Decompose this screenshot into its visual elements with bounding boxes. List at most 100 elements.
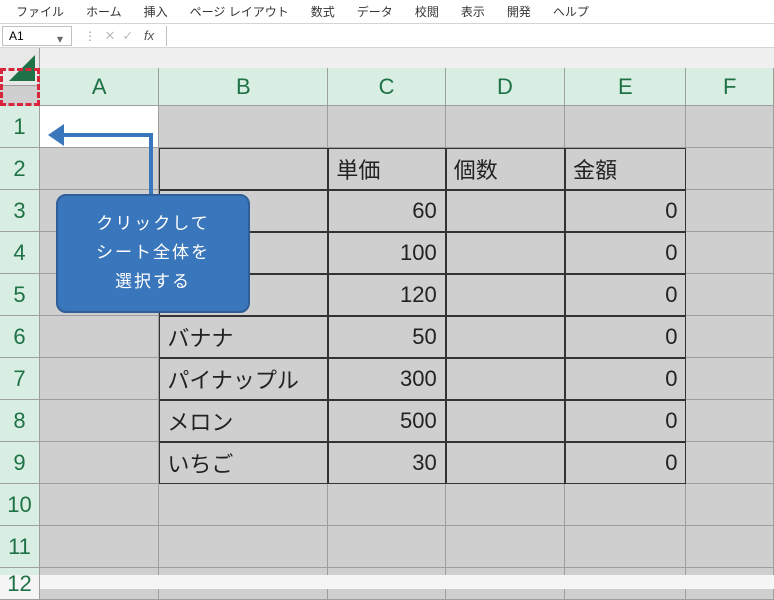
menu-page-layout[interactable]: ページ レイアウト — [180, 0, 299, 23]
cell-d8[interactable] — [446, 400, 565, 442]
cell-e1[interactable] — [565, 106, 686, 148]
cell-d2[interactable]: 個数 — [446, 148, 565, 190]
column-header-b[interactable]: B — [159, 68, 328, 106]
row-header-12[interactable]: 12 — [0, 568, 40, 600]
menu-view[interactable]: 表示 — [451, 0, 495, 23]
cell-b1[interactable] — [159, 106, 328, 148]
cell-b2[interactable] — [159, 148, 328, 190]
cell-a10[interactable] — [40, 484, 159, 526]
cell-f1[interactable] — [686, 106, 774, 148]
cell-f10[interactable] — [686, 484, 774, 526]
cell-f2[interactable] — [686, 148, 774, 190]
row-header-10[interactable]: 10 — [0, 484, 40, 526]
cell-c11[interactable] — [328, 526, 445, 568]
row-header-6[interactable]: 6 — [0, 316, 40, 358]
grid-body[interactable]: 単価個数金額6001000なし1200バナナ500パイナップル3000メロン50… — [40, 106, 774, 575]
select-all-corner[interactable] — [0, 48, 40, 86]
cell-c8[interactable]: 500 — [328, 400, 445, 442]
cell-e7[interactable]: 0 — [565, 358, 686, 400]
cell-f9[interactable] — [686, 442, 774, 484]
cell-d9[interactable] — [446, 442, 565, 484]
menu-data[interactable]: データ — [347, 0, 403, 23]
cell-e8[interactable]: 0 — [565, 400, 686, 442]
cell-d6[interactable] — [446, 316, 565, 358]
chevron-down-icon[interactable]: ▾ — [57, 32, 65, 40]
cell-a11[interactable] — [40, 526, 159, 568]
cell-f11[interactable] — [686, 526, 774, 568]
fx-icon[interactable]: fx — [138, 28, 154, 43]
name-box[interactable]: A1 ▾ — [2, 26, 72, 46]
cell-e5[interactable]: 0 — [565, 274, 686, 316]
menu-home[interactable]: ホーム — [76, 0, 132, 23]
cell-b10[interactable] — [159, 484, 328, 526]
cell-d11[interactable] — [446, 526, 565, 568]
cell-f4[interactable] — [686, 232, 774, 274]
row-header-9[interactable]: 9 — [0, 442, 40, 484]
cell-f7[interactable] — [686, 358, 774, 400]
cell-b9[interactable]: いちご — [159, 442, 328, 484]
menu-file[interactable]: ファイル — [6, 0, 74, 23]
cell-d4[interactable] — [446, 232, 565, 274]
menu-review[interactable]: 校閲 — [405, 0, 449, 23]
menu-formulas[interactable]: 数式 — [301, 0, 345, 23]
top-strip — [0, 48, 774, 68]
formula-input[interactable] — [166, 26, 774, 46]
menu-help[interactable]: ヘルプ — [543, 0, 599, 23]
menu-developer[interactable]: 開発 — [497, 0, 541, 23]
cell-c2[interactable]: 単価 — [328, 148, 445, 190]
row-header-5[interactable]: 5 — [0, 274, 40, 316]
enter-icon[interactable]: ✓ — [120, 28, 136, 44]
cell-c9[interactable]: 30 — [328, 442, 445, 484]
cell-b8[interactable]: メロン — [159, 400, 328, 442]
row-header-4[interactable]: 4 — [0, 232, 40, 274]
cell-e3[interactable]: 0 — [565, 190, 686, 232]
column-header-f[interactable]: F — [686, 68, 774, 106]
cell-c6[interactable]: 50 — [328, 316, 445, 358]
row-header-2[interactable]: 2 — [0, 148, 40, 190]
formula-tools: ⋮ ✕ ✓ fx — [72, 28, 162, 44]
cell-f3[interactable] — [686, 190, 774, 232]
column-header-c[interactable]: C — [328, 68, 445, 106]
cell-e4[interactable]: 0 — [565, 232, 686, 274]
cell-c1[interactable] — [328, 106, 445, 148]
row-header-3[interactable]: 3 — [0, 190, 40, 232]
cell-f6[interactable] — [686, 316, 774, 358]
cell-c4[interactable]: 100 — [328, 232, 445, 274]
cell-a8[interactable] — [40, 400, 159, 442]
cell-c10[interactable] — [328, 484, 445, 526]
cell-b6[interactable]: バナナ — [159, 316, 328, 358]
cell-d10[interactable] — [446, 484, 565, 526]
cell-e10[interactable] — [565, 484, 686, 526]
instruction-callout: クリックして シート全体を 選択する — [56, 194, 250, 313]
cell-d7[interactable] — [446, 358, 565, 400]
divider-dots-icon: ⋮ — [80, 29, 100, 43]
cell-f8[interactable] — [686, 400, 774, 442]
cell-a7[interactable] — [40, 358, 159, 400]
cell-b7[interactable]: パイナップル — [159, 358, 328, 400]
cell-e11[interactable] — [565, 526, 686, 568]
cell-a2[interactable] — [40, 148, 159, 190]
cell-e6[interactable]: 0 — [565, 316, 686, 358]
cell-e9[interactable]: 0 — [565, 442, 686, 484]
cell-c7[interactable]: 300 — [328, 358, 445, 400]
row-header-11[interactable]: 11 — [0, 526, 40, 568]
cell-f5[interactable] — [686, 274, 774, 316]
cell-c3[interactable]: 60 — [328, 190, 445, 232]
cell-b11[interactable] — [159, 526, 328, 568]
row-header-7[interactable]: 7 — [0, 358, 40, 400]
cell-e2[interactable]: 金額 — [565, 148, 686, 190]
cancel-icon[interactable]: ✕ — [102, 28, 118, 44]
cell-a9[interactable] — [40, 442, 159, 484]
cell-d3[interactable] — [446, 190, 565, 232]
column-header-d[interactable]: D — [446, 68, 565, 106]
formula-bar: A1 ▾ ⋮ ✕ ✓ fx — [0, 24, 774, 48]
cell-d1[interactable] — [446, 106, 565, 148]
column-header-e[interactable]: E — [565, 68, 686, 106]
cell-d5[interactable] — [446, 274, 565, 316]
menu-insert[interactable]: 挿入 — [134, 0, 178, 23]
cell-a6[interactable] — [40, 316, 159, 358]
column-header-a[interactable]: A — [40, 68, 159, 106]
cell-c5[interactable]: 120 — [328, 274, 445, 316]
row-header-8[interactable]: 8 — [0, 400, 40, 442]
row-header-1[interactable]: 1 — [0, 106, 40, 148]
